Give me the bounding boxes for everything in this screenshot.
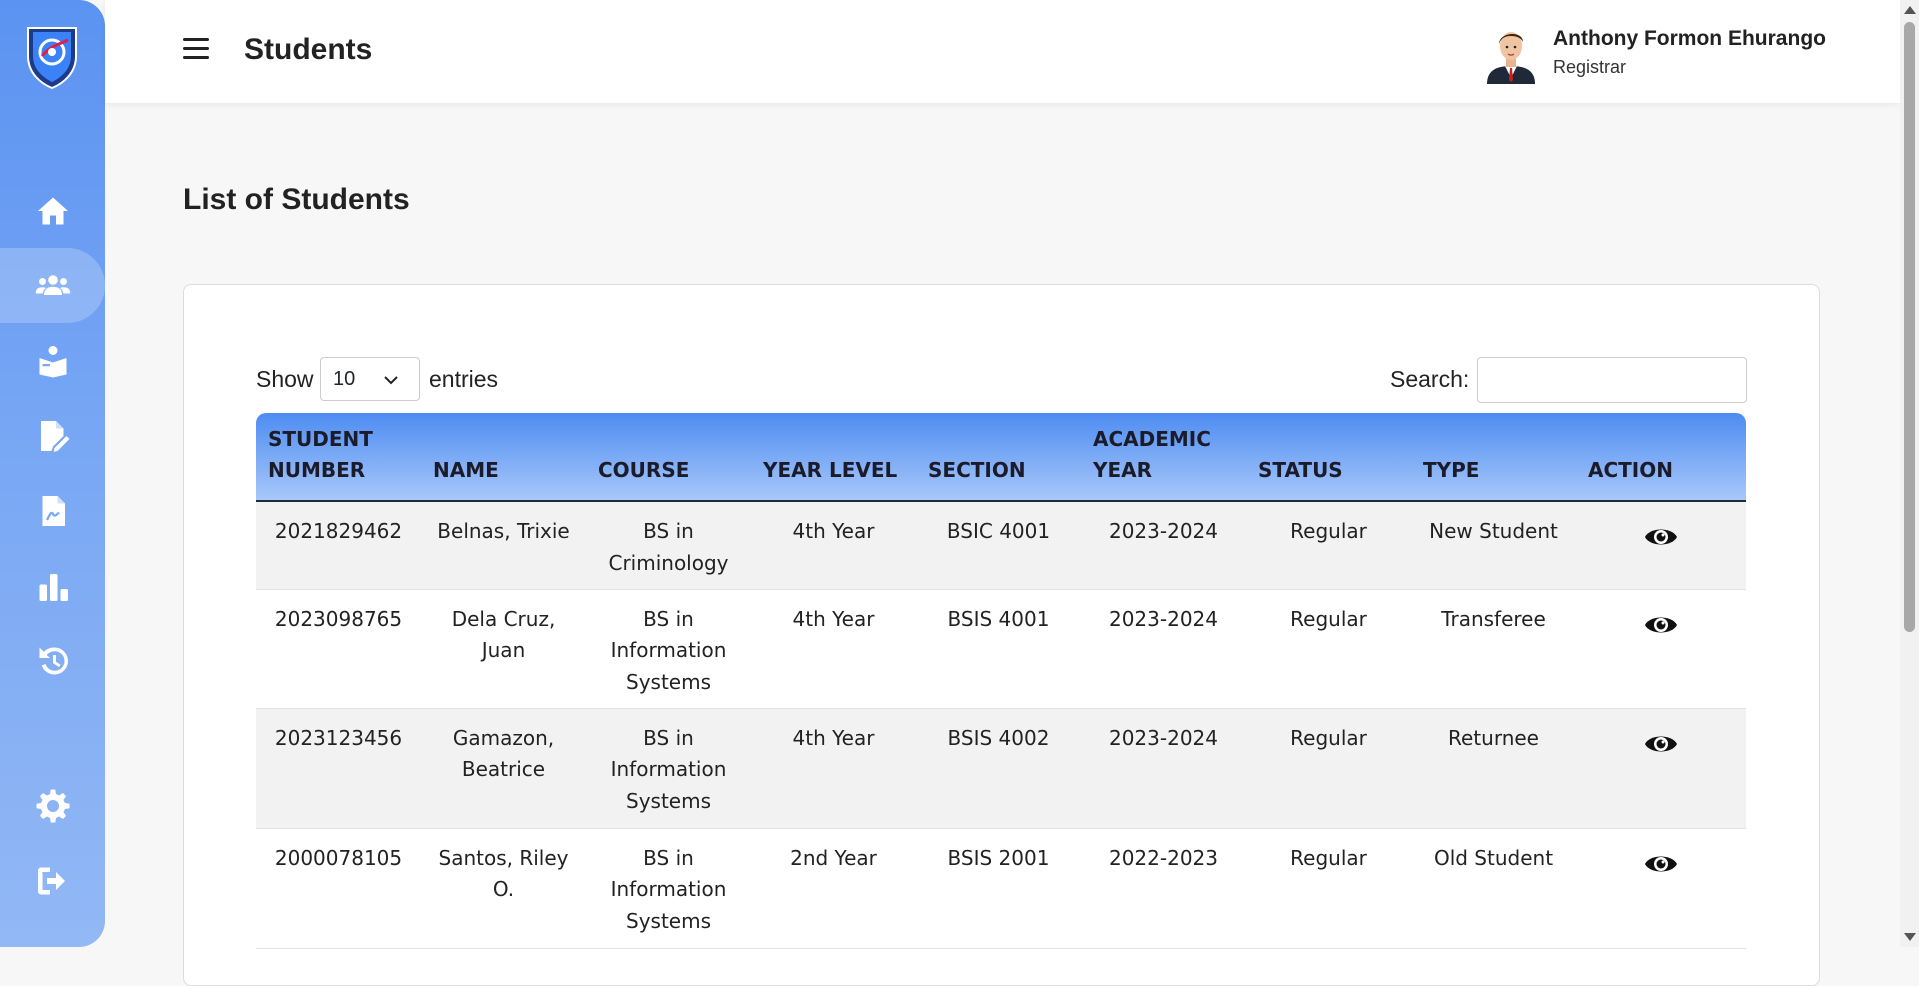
cell-course: BS in Criminology: [586, 501, 751, 590]
sidebar-item-records[interactable]: [0, 398, 105, 473]
sidebar: [0, 0, 105, 947]
avatar[interactable]: [1483, 26, 1539, 84]
show-label: Show: [256, 366, 314, 392]
column-header[interactable]: STATUS: [1246, 413, 1411, 502]
column-header[interactable]: TYPE: [1411, 413, 1576, 502]
table-row: 2023098765 Dela Cruz, Juan BS in Informa…: [256, 589, 1746, 709]
bar-chart-icon: [39, 573, 68, 601]
menu-toggle-icon[interactable]: [183, 38, 209, 64]
cell-year-level: 4th Year: [751, 501, 916, 590]
cell-student-number: 2000078105: [256, 828, 421, 949]
cell-name: Belnas, Trixie: [421, 501, 586, 590]
file-edit-icon: [40, 420, 69, 452]
sidebar-item-reports[interactable]: [0, 548, 105, 623]
table-row: 2000078105 Santos, Riley O. BS in Inform…: [256, 828, 1746, 949]
cell-name: Gamazon, Beatrice: [421, 708, 586, 829]
search-input[interactable]: [1477, 357, 1747, 403]
top-bar: Students Anthony Formon Ehurango Registr…: [105, 0, 1900, 103]
view-student-button[interactable]: [1643, 519, 1679, 565]
cell-section: BSIS 4001: [916, 589, 1081, 709]
column-header[interactable]: NAME: [421, 413, 586, 502]
cell-type: Returnee: [1411, 708, 1576, 829]
entries-value: 10: [333, 367, 356, 390]
users-icon: [35, 274, 70, 295]
cell-section: BSIS 2001: [916, 828, 1081, 949]
cell-type: New Student: [1411, 501, 1576, 590]
cell-year-level: 4th Year: [751, 708, 916, 829]
page-title: Students: [244, 33, 373, 66]
cell-status: Regular: [1246, 828, 1411, 949]
sidebar-item-logout[interactable]: [0, 843, 105, 918]
chevron-down-icon: [384, 376, 398, 385]
search-label: Search:: [1390, 366, 1470, 392]
cell-name: Santos, Riley O.: [421, 828, 586, 949]
cell-status: Regular: [1246, 708, 1411, 829]
scroll-down-icon[interactable]: [1904, 933, 1916, 941]
cell-year-level: 4th Year: [751, 589, 916, 709]
scroll-up-icon[interactable]: [1904, 6, 1916, 14]
column-header[interactable]: STUDENT NUMBER: [256, 413, 421, 502]
cell-course: BS in Information Systems: [586, 828, 751, 949]
eye-icon: [1645, 529, 1677, 545]
table-header-row: STUDENT NUMBER NAME COURSE YEAR LEVEL SE…: [256, 413, 1746, 502]
logout-icon: [37, 867, 65, 894]
sidebar-item-students[interactable]: [0, 248, 105, 323]
user-name: Anthony Formon Ehurango: [1553, 27, 1826, 50]
school-logo: [20, 22, 84, 90]
file-signature-icon: [42, 495, 65, 526]
students-table: STUDENT NUMBER NAME COURSE YEAR LEVEL SE…: [256, 413, 1746, 949]
eye-icon: [1645, 617, 1677, 632]
column-header[interactable]: SECTION: [916, 413, 1081, 502]
cell-academic-year: 2023-2024: [1081, 501, 1246, 590]
cell-year-level: 2nd Year: [751, 828, 916, 949]
cell-student-number: 2023123456: [256, 708, 421, 829]
cell-section: BSIS 4002: [916, 708, 1081, 829]
home-icon: [37, 197, 68, 224]
cell-student-number: 2021829462: [256, 501, 421, 590]
table-row: 2021829462 Belnas, Trixie BS in Criminol…: [256, 501, 1746, 590]
view-student-button[interactable]: [1643, 726, 1679, 772]
sidebar-item-settings[interactable]: [0, 768, 105, 843]
cell-section: BSIC 4001: [916, 501, 1081, 590]
cell-academic-year: 2023-2024: [1081, 589, 1246, 709]
cell-action: [1576, 501, 1746, 590]
sidebar-item-history[interactable]: [0, 623, 105, 698]
sidebar-item-documents[interactable]: [0, 473, 105, 548]
eye-icon: [1645, 856, 1677, 871]
scrollbar-thumb[interactable]: [1904, 22, 1915, 632]
entries-select[interactable]: 10: [320, 357, 420, 401]
user-role: Registrar: [1553, 57, 1627, 77]
view-student-button[interactable]: [1643, 607, 1679, 653]
section-title: List of Students: [183, 183, 410, 216]
cell-status: Regular: [1246, 589, 1411, 709]
cell-status: Regular: [1246, 501, 1411, 590]
table-row: 2023123456 Gamazon, Beatrice BS in Infor…: [256, 708, 1746, 829]
cell-type: Old Student: [1411, 828, 1576, 949]
cell-action: [1576, 708, 1746, 829]
view-student-button[interactable]: [1643, 846, 1679, 892]
sidebar-item-enrollment[interactable]: [0, 323, 105, 398]
cell-action: [1576, 589, 1746, 709]
gear-icon: [36, 789, 69, 822]
cell-academic-year: 2022-2023: [1081, 828, 1246, 949]
cell-action: [1576, 828, 1746, 949]
cell-type: Transferee: [1411, 589, 1576, 709]
cell-name: Dela Cruz, Juan: [421, 589, 586, 709]
cell-academic-year: 2023-2024: [1081, 708, 1246, 829]
column-header[interactable]: COURSE: [586, 413, 751, 502]
student-reading-icon: [39, 345, 66, 377]
page-scrollbar[interactable]: [1900, 0, 1919, 947]
eye-icon: [1645, 736, 1677, 751]
column-header: ACTION: [1576, 413, 1746, 502]
cell-student-number: 2023098765: [256, 589, 421, 709]
column-header[interactable]: ACADEMIC YEAR: [1081, 413, 1246, 502]
cell-course: BS in Information Systems: [586, 708, 751, 829]
entries-label: entries: [429, 366, 499, 392]
column-header[interactable]: YEAR LEVEL: [751, 413, 916, 502]
cell-course: BS in Information Systems: [586, 589, 751, 709]
sidebar-item-home[interactable]: [0, 173, 105, 248]
history-icon: [39, 647, 68, 674]
